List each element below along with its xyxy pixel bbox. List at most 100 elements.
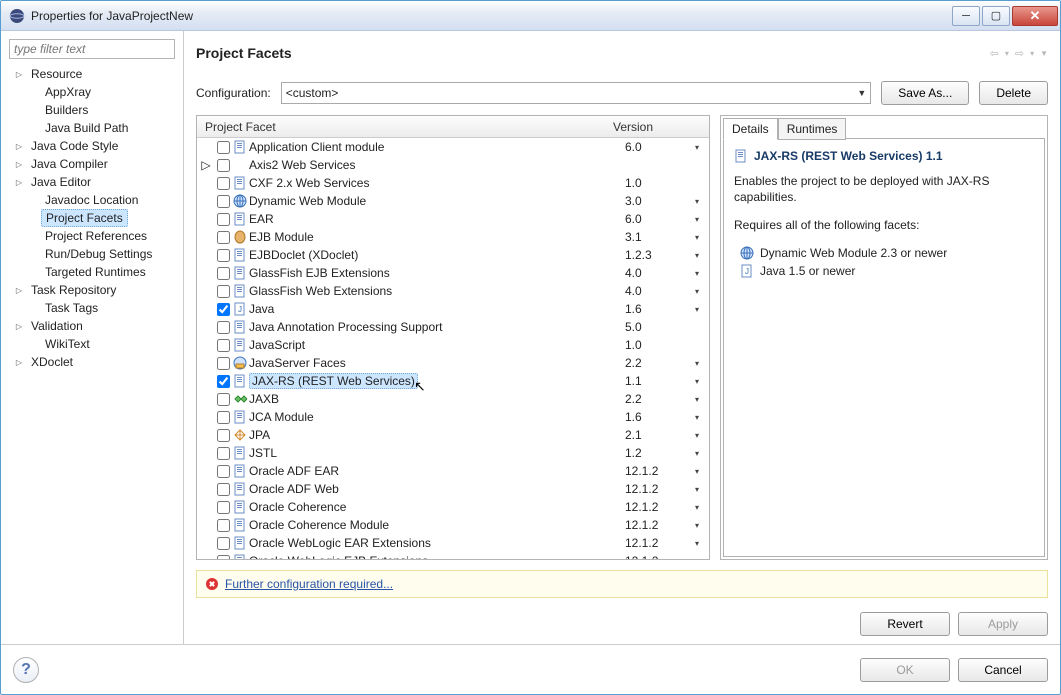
tab-details[interactable]: Details (723, 118, 778, 140)
sidebar-item[interactable]: Java Build Path (9, 119, 175, 137)
version-dropdown-icon[interactable]: ▾ (685, 287, 709, 296)
version-dropdown-icon[interactable]: ▾ (685, 467, 709, 476)
sidebar-item[interactable]: AppXray (9, 83, 175, 101)
facet-checkbox[interactable] (217, 303, 230, 316)
version-dropdown-icon[interactable]: ▾ (685, 557, 709, 560)
version-dropdown-icon[interactable]: ▾ (685, 251, 709, 260)
version-dropdown-icon[interactable]: ▾ (685, 197, 709, 206)
table-row[interactable]: JavaScript1.0 (197, 336, 709, 354)
table-row[interactable]: Oracle WebLogic EJB Extensions12.1.2▾ (197, 552, 709, 559)
help-button[interactable]: ? (13, 657, 39, 683)
table-row[interactable]: GlassFish Web Extensions4.0▾ (197, 282, 709, 300)
version-dropdown-icon[interactable]: ▾ (685, 449, 709, 458)
version-dropdown-icon[interactable]: ▾ (685, 269, 709, 278)
sidebar-item[interactable]: ▷XDoclet (9, 353, 175, 371)
table-row[interactable]: JSTL1.2▾ (197, 444, 709, 462)
table-row[interactable]: Oracle Coherence Module12.1.2▾ (197, 516, 709, 534)
close-button[interactable]: ✕ (1012, 6, 1058, 26)
sidebar-item[interactable]: ▷Task Repository (9, 281, 175, 299)
cancel-button[interactable]: Cancel (958, 658, 1048, 682)
table-row[interactable]: JPA2.1▾ (197, 426, 709, 444)
facet-checkbox[interactable] (217, 465, 230, 478)
table-row[interactable]: EAR6.0▾ (197, 210, 709, 228)
table-row[interactable]: JavaServer Faces2.2▾ (197, 354, 709, 372)
col-facet[interactable]: Project Facet (197, 120, 609, 134)
sidebar-item[interactable]: ▷Resource (9, 65, 175, 83)
ok-button[interactable]: OK (860, 658, 950, 682)
facet-checkbox[interactable] (217, 501, 230, 514)
sidebar-item[interactable]: ▷Java Compiler (9, 155, 175, 173)
version-dropdown-icon[interactable]: ▾ (685, 539, 709, 548)
forward-icon[interactable]: ⇨ (1015, 47, 1024, 60)
table-row[interactable]: GlassFish EJB Extensions4.0▾ (197, 264, 709, 282)
sidebar-item[interactable]: ▷Java Code Style (9, 137, 175, 155)
sidebar-item[interactable]: Project Facets (9, 209, 175, 227)
sidebar-item[interactable]: Targeted Runtimes (9, 263, 175, 281)
col-version[interactable]: Version (609, 120, 709, 134)
table-row[interactable]: Dynamic Web Module3.0▾ (197, 192, 709, 210)
maximize-button[interactable]: ▢ (982, 6, 1010, 26)
facet-checkbox[interactable] (217, 357, 230, 370)
facet-checkbox[interactable] (217, 159, 230, 172)
sidebar-item[interactable]: Run/Debug Settings (9, 245, 175, 263)
table-row[interactable]: Oracle Coherence12.1.2▾ (197, 498, 709, 516)
facet-checkbox[interactable] (217, 429, 230, 442)
table-row[interactable]: JAX-RS (REST Web Services)1.1▾ (197, 372, 709, 390)
revert-button[interactable]: Revert (860, 612, 950, 636)
table-row[interactable]: CXF 2.x Web Services1.0 (197, 174, 709, 192)
configuration-combo[interactable]: <custom> ▼ (281, 82, 872, 104)
table-row[interactable]: EJB Module3.1▾ (197, 228, 709, 246)
facet-checkbox[interactable] (217, 555, 230, 560)
filter-input[interactable] (9, 39, 175, 59)
table-row[interactable]: Java Annotation Processing Support5.0 (197, 318, 709, 336)
apply-button[interactable]: Apply (958, 612, 1048, 636)
version-dropdown-icon[interactable]: ▾ (685, 485, 709, 494)
table-row[interactable]: JCA Module1.6▾ (197, 408, 709, 426)
version-dropdown-icon[interactable]: ▾ (685, 413, 709, 422)
sidebar-item[interactable]: Task Tags (9, 299, 175, 317)
table-row[interactable]: ▷Axis2 Web Services (197, 156, 709, 174)
facet-checkbox[interactable] (217, 483, 230, 496)
facet-checkbox[interactable] (217, 393, 230, 406)
facet-checkbox[interactable] (217, 411, 230, 424)
back-icon[interactable]: ⇦ (990, 47, 999, 60)
further-config-link[interactable]: Further configuration required... (225, 577, 393, 591)
table-body[interactable]: Application Client module6.0▾▷Axis2 Web … (197, 138, 709, 559)
delete-button[interactable]: Delete (979, 81, 1048, 105)
sidebar-item[interactable]: ▷Validation (9, 317, 175, 335)
version-dropdown-icon[interactable]: ▾ (685, 359, 709, 368)
sidebar-item[interactable]: Builders (9, 101, 175, 119)
sidebar-item[interactable]: WikiText (9, 335, 175, 353)
version-dropdown-icon[interactable]: ▾ (685, 233, 709, 242)
version-dropdown-icon[interactable]: ▾ (685, 305, 709, 314)
facet-checkbox[interactable] (217, 213, 230, 226)
minimize-button[interactable]: ─ (952, 6, 980, 26)
facet-checkbox[interactable] (217, 447, 230, 460)
version-dropdown-icon[interactable]: ▾ (685, 503, 709, 512)
table-row[interactable]: JAXB2.2▾ (197, 390, 709, 408)
table-row[interactable]: Oracle WebLogic EAR Extensions12.1.2▾ (197, 534, 709, 552)
tab-runtimes[interactable]: Runtimes (778, 118, 847, 140)
facet-checkbox[interactable] (217, 537, 230, 550)
sidebar-item[interactable]: Project References (9, 227, 175, 245)
facet-checkbox[interactable] (217, 249, 230, 262)
save-as-button[interactable]: Save As... (881, 81, 969, 105)
facet-checkbox[interactable] (217, 285, 230, 298)
sidebar-item[interactable]: ▷Java Editor (9, 173, 175, 191)
facet-checkbox[interactable] (217, 267, 230, 280)
facet-checkbox[interactable] (217, 321, 230, 334)
version-dropdown-icon[interactable]: ▾ (685, 395, 709, 404)
version-dropdown-icon[interactable]: ▾ (685, 215, 709, 224)
facet-checkbox[interactable] (217, 195, 230, 208)
facet-checkbox[interactable] (217, 231, 230, 244)
facet-checkbox[interactable] (217, 177, 230, 190)
facet-checkbox[interactable] (217, 339, 230, 352)
facet-checkbox[interactable] (217, 375, 230, 388)
table-row[interactable]: EJBDoclet (XDoclet)1.2.3▾ (197, 246, 709, 264)
version-dropdown-icon[interactable]: ▾ (685, 431, 709, 440)
table-row[interactable]: Oracle ADF Web12.1.2▾ (197, 480, 709, 498)
version-dropdown-icon[interactable]: ▾ (685, 377, 709, 386)
facet-checkbox[interactable] (217, 141, 230, 154)
table-row[interactable]: JJava1.6▾ (197, 300, 709, 318)
table-row[interactable]: Oracle ADF EAR12.1.2▾ (197, 462, 709, 480)
